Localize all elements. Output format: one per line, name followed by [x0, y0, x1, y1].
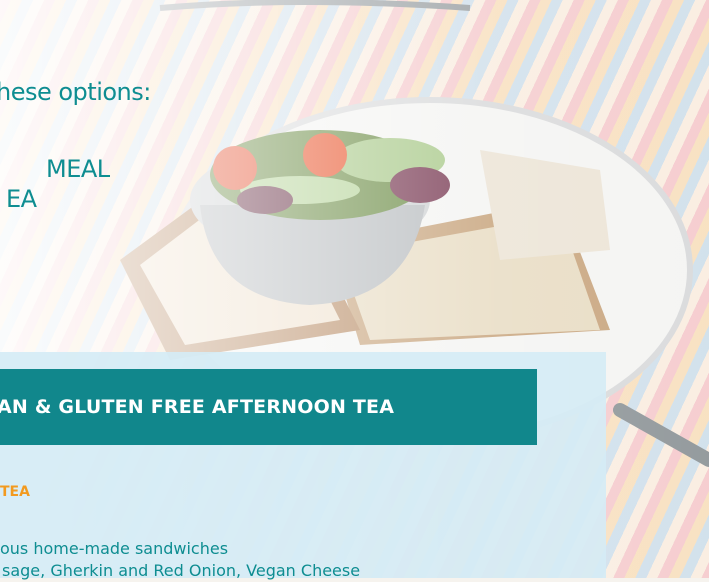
options-heading: hese options: — [0, 78, 151, 106]
banner-title: AN & GLUTEN FREE AFTERNOON TEA — [0, 396, 395, 418]
section-banner: AN & GLUTEN FREE AFTERNOON TEA — [0, 369, 537, 445]
description-line-2: sage, Gherkin and Red Onion, Vegan Chees… — [2, 561, 361, 580]
option-meal: MEAL — [46, 155, 110, 183]
option-tea: EA — [6, 185, 37, 213]
description-line-1: ous home-made sandwiches — [0, 539, 229, 558]
options-intro: hese options: MEAL EA — [0, 78, 151, 214]
menu-description: ous home-made sandwiches sage, Gherkin a… — [0, 538, 360, 582]
section-label: TEA — [0, 484, 30, 500]
